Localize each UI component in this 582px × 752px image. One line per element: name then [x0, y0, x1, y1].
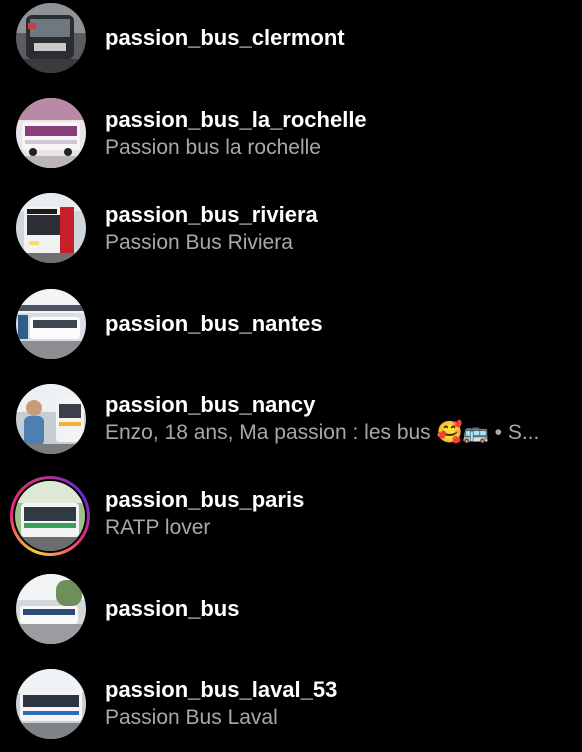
account-subtitle: Passion Bus Riviera — [105, 231, 293, 254]
account-row-passion-bus-paris[interactable]: passion_bus_paris RATP lover — [0, 476, 582, 556]
username: passion_bus_laval_53 — [105, 677, 338, 702]
avatar[interactable] — [16, 574, 86, 644]
bus-photo-green-icon — [15, 481, 85, 551]
account-subtitle: Passion bus la rochelle — [105, 136, 321, 159]
avatar[interactable] — [16, 669, 86, 739]
username: passion_bus_la_rochelle — [105, 107, 367, 132]
avatar[interactable] — [16, 3, 86, 73]
account-subtitle: Enzo, 18 ans, Ma passion : les bus 🥰🚌 • … — [105, 421, 540, 444]
account-row-passion-bus-riviera[interactable]: passion_bus_riviera Passion Bus Riviera — [0, 191, 582, 267]
account-row-passion-bus-laval-53[interactable]: passion_bus_laval_53 Passion Bus Laval — [0, 666, 582, 742]
username: passion_bus — [105, 596, 240, 621]
account-row-passion-bus-la-rochelle[interactable]: passion_bus_la_rochelle Passion bus la r… — [0, 96, 582, 172]
username: passion_bus_nancy — [105, 392, 316, 417]
bus-photo-blue-icon — [16, 669, 86, 739]
avatar[interactable] — [16, 98, 86, 168]
account-row-passion-bus-nancy[interactable]: passion_bus_nancy Enzo, 18 ans, Ma passi… — [0, 381, 582, 457]
avatar[interactable] — [16, 384, 86, 454]
account-row-passion-bus-clermont[interactable]: passion_bus_clermont — [0, 0, 582, 76]
bus-photo-dark-icon — [16, 3, 86, 73]
story-ring[interactable] — [10, 476, 90, 556]
account-row-passion-bus[interactable]: passion_bus — [0, 571, 582, 647]
bus-station-photo-icon — [16, 289, 86, 359]
account-subtitle: Passion Bus Laval — [105, 706, 278, 729]
username: passion_bus_riviera — [105, 202, 318, 227]
account-row-passion-bus-nantes[interactable]: passion_bus_nantes — [0, 286, 582, 362]
bus-road-photo-icon — [16, 574, 86, 644]
avatar[interactable] — [16, 193, 86, 263]
account-subtitle: RATP lover — [105, 516, 211, 539]
person-with-bus-photo-icon — [16, 384, 86, 454]
bus-photo-red-icon — [16, 193, 86, 263]
username: passion_bus_clermont — [105, 25, 345, 50]
bus-photo-white-icon — [16, 98, 86, 168]
username: passion_bus_nantes — [105, 311, 323, 336]
avatar[interactable] — [16, 289, 86, 359]
avatar[interactable] — [15, 481, 85, 551]
username: passion_bus_paris — [105, 487, 305, 512]
search-results-list: passion_bus_clermont passion_bus_la_roch… — [0, 0, 582, 752]
